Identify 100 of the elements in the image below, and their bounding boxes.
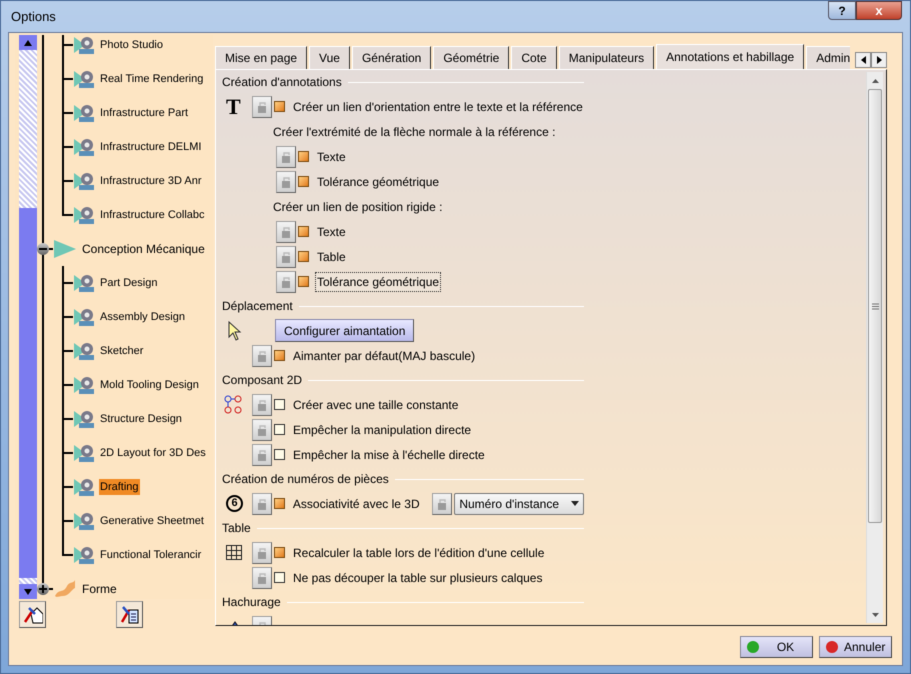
- option-label: Recalculer la table lors de l'édition d'une cellule: [292, 544, 546, 562]
- tree-item[interactable]: Infrastructure DELMI: [99, 138, 202, 156]
- tab[interactable]: Génération: [352, 46, 432, 69]
- section-title: Table: [222, 520, 251, 537]
- workbench-icon: [73, 35, 97, 56]
- checkbox[interactable]: [274, 399, 285, 410]
- checkbox[interactable]: [298, 251, 309, 262]
- padlock-icon: [257, 572, 267, 584]
- tree-item[interactable]: Functional Tolerancir: [99, 546, 202, 564]
- tab[interactable]: Admin: [806, 46, 850, 69]
- scroll-up-button[interactable]: [19, 35, 37, 50]
- checkbox[interactable]: [298, 226, 309, 237]
- help-button[interactable]: ?: [828, 1, 856, 20]
- lock-button[interactable]: [276, 270, 296, 292]
- tree-item[interactable]: Conception Mécanique: [82, 240, 205, 258]
- lock-button[interactable]: [276, 220, 296, 242]
- scroll-down-button[interactable]: [19, 584, 37, 600]
- option-label: Tolérance géométrique: [316, 174, 440, 190]
- workbench-icon: [73, 68, 97, 90]
- workbench-icon: [73, 374, 97, 396]
- home-tools-button[interactable]: [19, 600, 46, 628]
- option-label: Aimanter par défaut(MAJ bascule): [292, 348, 476, 364]
- checkbox[interactable]: [274, 350, 285, 361]
- tree-item[interactable]: Drafting: [99, 478, 140, 496]
- checkbox[interactable]: [298, 276, 309, 287]
- expand-toggle[interactable]: [37, 583, 49, 595]
- option-label: Tolérance géométrique: [316, 272, 440, 290]
- padlock-icon: [257, 546, 267, 558]
- tree-item[interactable]: Forme: [82, 580, 117, 598]
- lock-button[interactable]: [432, 492, 452, 514]
- table-icon: [226, 545, 242, 560]
- cancel-button[interactable]: Annuler: [819, 636, 892, 658]
- tree-item[interactable]: Sketcher: [99, 342, 144, 360]
- lock-button[interactable]: [252, 418, 272, 440]
- tab[interactable]: Géométrie: [433, 46, 510, 69]
- lock-button[interactable]: [252, 566, 272, 588]
- tab[interactable]: Annotations et habillage: [656, 44, 804, 69]
- close-button[interactable]: x: [856, 1, 902, 20]
- dropdown-caret-icon: [571, 501, 579, 506]
- lock-button[interactable]: [252, 96, 272, 118]
- checkbox[interactable]: [298, 151, 309, 162]
- option-label: Associativité avec le 3D: [292, 496, 421, 512]
- text-icon: T: [226, 96, 241, 118]
- padlock-icon: [257, 100, 267, 112]
- checkbox[interactable]: [298, 176, 309, 187]
- option-label: Table: [316, 248, 347, 266]
- tree-item[interactable]: Infrastructure Part: [99, 104, 190, 122]
- option-label: Empêcher la manipulation directe: [292, 422, 472, 438]
- lock-button[interactable]: [252, 344, 272, 366]
- tree-item[interactable]: Photo Studio: [99, 36, 164, 54]
- configure-button[interactable]: Configurer aimantation: [275, 319, 414, 342]
- lock-button[interactable]: [252, 444, 272, 466]
- tree-item[interactable]: 2D Layout for 3D Des: [99, 444, 207, 462]
- document-tools-button[interactable]: [116, 600, 143, 628]
- lock-button[interactable]: [252, 394, 272, 416]
- checkbox[interactable]: [274, 449, 285, 460]
- tab[interactable]: Mise en page: [215, 46, 308, 69]
- tree-item[interactable]: Infrastructure 3D Anr: [99, 172, 202, 190]
- lock-button[interactable]: [276, 170, 296, 192]
- lock-button[interactable]: [276, 246, 296, 268]
- option-label: Empêcher la mise à l'échelle directe: [292, 446, 486, 464]
- section-title: Création d'annotations: [222, 74, 342, 91]
- workbench-icon: [73, 102, 97, 124]
- tree-item[interactable]: Part Design: [99, 274, 158, 292]
- lock-button[interactable]: [252, 492, 272, 514]
- lock-button[interactable]: [252, 542, 272, 564]
- tab[interactable]: Cote: [511, 46, 557, 69]
- workbench-icon: [73, 510, 97, 532]
- up-arrow-icon: [24, 40, 32, 46]
- checkbox[interactable]: [274, 101, 285, 112]
- wave-icon: [53, 578, 77, 600]
- component-icon: [224, 394, 244, 414]
- tree-item[interactable]: Structure Design: [99, 410, 183, 428]
- tree-item[interactable]: Infrastructure Collabc: [99, 206, 206, 224]
- tree-item[interactable]: Mold Tooling Design: [99, 376, 200, 394]
- instance-dropdown[interactable]: Numéro d'instance: [454, 492, 584, 514]
- tree-item[interactable]: Real Time Rendering: [99, 70, 204, 88]
- padlock-icon: [281, 150, 291, 162]
- tab-scroll-right-button[interactable]: [871, 52, 887, 68]
- ok-button[interactable]: OK: [740, 636, 813, 658]
- checkbox[interactable]: [274, 572, 285, 583]
- up-arrow-icon: [872, 78, 878, 82]
- checkbox[interactable]: [274, 498, 285, 509]
- workbench-icon: [73, 204, 97, 226]
- workbench-icon: [73, 136, 97, 158]
- lock-button[interactable]: [276, 146, 296, 168]
- scroll-thumb[interactable]: [19, 208, 37, 578]
- checkbox[interactable]: [274, 424, 285, 435]
- scroll-thumb[interactable]: [868, 89, 882, 523]
- tree-item[interactable]: Generative Sheetmet: [99, 512, 205, 530]
- padlock-icon: [437, 498, 448, 510]
- checkbox[interactable]: [274, 547, 285, 558]
- tree-item[interactable]: Assembly Design: [99, 308, 186, 326]
- padlock-icon: [257, 424, 267, 436]
- tab-scroll-left-button[interactable]: [855, 52, 871, 68]
- collapse-toggle[interactable]: [37, 243, 49, 255]
- section-title: Hachurage: [222, 594, 281, 611]
- tab[interactable]: Vue: [309, 46, 350, 69]
- triangle-icon: [53, 238, 77, 260]
- tab[interactable]: Manipulateurs: [558, 46, 654, 69]
